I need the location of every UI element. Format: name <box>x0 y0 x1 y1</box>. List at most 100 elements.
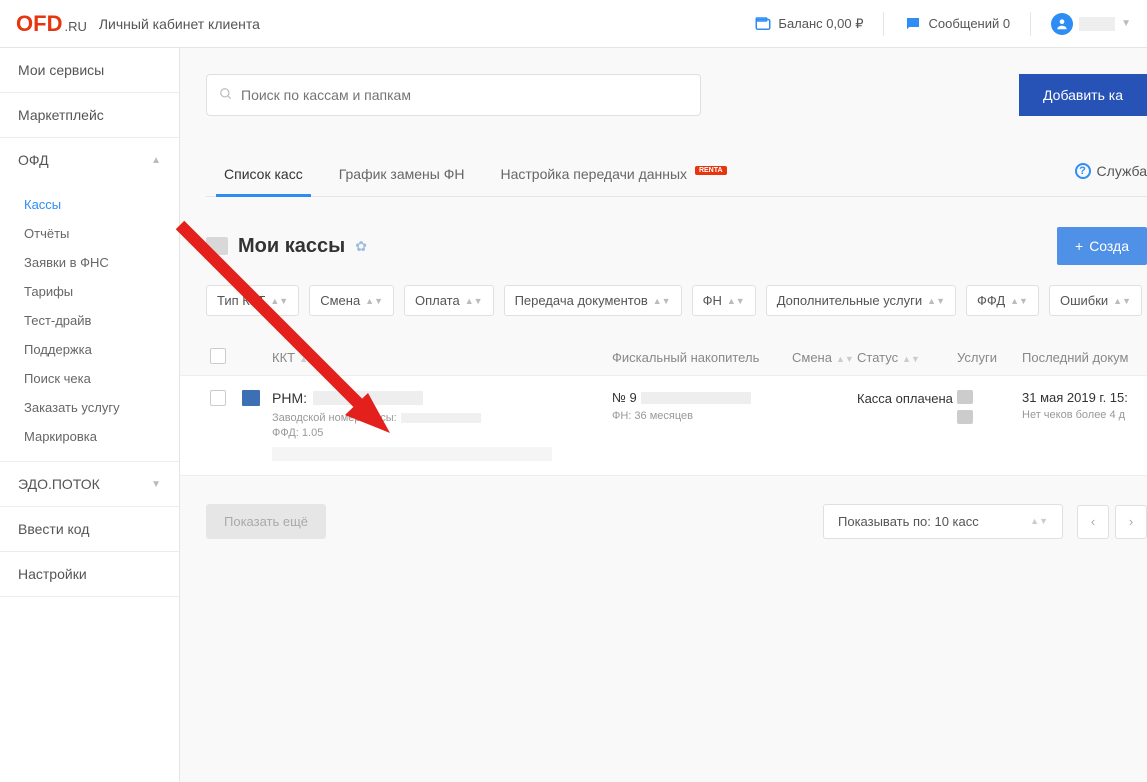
wallet-icon <box>754 15 772 33</box>
perpage-select[interactable]: Показывать по: 10 касс ▲▼ <box>823 504 1063 539</box>
search-input[interactable] <box>241 87 688 103</box>
header-subtitle: Личный кабинет клиента <box>99 16 260 32</box>
filter-fn[interactable]: ФН▲▼ <box>692 285 756 316</box>
sort-icon: ▲▼ <box>653 297 671 305</box>
sidebar-group-services: Мои сервисы <box>0 48 179 93</box>
col-status[interactable]: Статус▲▼ <box>857 350 957 365</box>
folder-icon <box>206 237 228 255</box>
status-cell: Касса оплачена <box>857 390 957 408</box>
balance-text: Баланс 0,00 ₽ <box>778 16 863 32</box>
sidebar-group-ofd: ОФД ▲ Кассы Отчёты Заявки в ФНС Тарифы Т… <box>0 138 179 462</box>
col-fn: Фискальный накопитель <box>612 350 792 365</box>
sidebar-ofd-children: Кассы Отчёты Заявки в ФНС Тарифы Тест-др… <box>0 182 179 461</box>
table-row[interactable]: РНМ: Заводской номер кассы: ФФД: 1.05 № … <box>180 375 1147 476</box>
sidebar-group-edo: ЭДО.ПОТОК ▼ <box>0 462 179 507</box>
filter-row: Тип ККТ▲▼ Смена▲▼ Оплата▲▼ Передача доку… <box>206 285 1147 316</box>
redacted-value <box>641 392 751 404</box>
tabs: Список касс График замены ФН Настройка п… <box>206 156 1147 197</box>
messages-text: Сообщений 0 <box>928 16 1010 31</box>
sidebar-item-support[interactable]: Поддержка <box>0 335 179 364</box>
sort-icon: ▲▼ <box>902 356 920 363</box>
col-kkt[interactable]: ККТ▲▼ <box>272 350 612 365</box>
filter-errors[interactable]: Ошибки▲▼ <box>1049 285 1142 316</box>
sidebar-item-enter-code[interactable]: Ввести код <box>0 507 179 551</box>
avatar-placeholder <box>1079 17 1115 31</box>
sort-icon: ▲▼ <box>270 297 288 305</box>
fn-prefix: № 9 <box>612 390 637 405</box>
table-header: ККТ▲▼ Фискальный накопитель Смена▲▼ Стат… <box>206 340 1147 375</box>
chevron-down-icon: ▼ <box>151 479 161 490</box>
filter-shift[interactable]: Смена▲▼ <box>309 285 394 316</box>
select-all-checkbox[interactable] <box>210 348 226 364</box>
show-more-button[interactable]: Показать ещё <box>206 504 326 539</box>
section-title: Мои кассы <box>238 235 345 258</box>
gear-icon[interactable]: ✿ <box>355 238 367 255</box>
date-cell: 31 мая 2019 г. 15: Нет чеков более 4 д <box>1022 390 1147 421</box>
search-row: Добавить ка <box>206 74 1147 116</box>
help-icon: ? <box>1075 163 1091 179</box>
col-checkbox <box>206 348 242 367</box>
messages-link[interactable]: Сообщений 0 <box>904 15 1010 33</box>
chat-icon <box>904 15 922 33</box>
sidebar-item-find-receipt[interactable]: Поиск чека <box>0 364 179 393</box>
chevron-down-icon: ▼ <box>1121 18 1131 29</box>
logo-o: O <box>16 11 33 37</box>
sidebar-item-my-services[interactable]: Мои сервисы <box>0 48 179 92</box>
sidebar-head-ofd[interactable]: ОФД ▲ <box>0 138 179 182</box>
filter-kkt-type[interactable]: Тип ККТ▲▼ <box>206 285 299 316</box>
page-prev-button[interactable]: ‹ <box>1077 505 1109 539</box>
filter-ffd[interactable]: ФФД▲▼ <box>966 285 1039 316</box>
tab-transfer-settings[interactable]: Настройка передачи данных RENTA <box>482 156 744 196</box>
search-box[interactable] <box>206 74 701 116</box>
filter-extra[interactable]: Дополнительные услуги▲▼ <box>766 285 956 316</box>
col-last-doc: Последний докум <box>1022 350 1147 365</box>
sort-icon: ▲▼ <box>1030 518 1048 525</box>
service-icon <box>957 410 973 424</box>
balance-link[interactable]: Баланс 0,00 ₽ <box>754 15 863 33</box>
filter-docs[interactable]: Передача документов▲▼ <box>504 285 682 316</box>
fn-cell: № 9 ФН: 36 месяцев <box>612 390 792 422</box>
sort-icon: ▲▼ <box>1010 297 1028 305</box>
sort-icon: ▲▼ <box>1113 297 1131 305</box>
redacted-value <box>401 413 481 423</box>
section-title-row: Мои кассы ✿ + Созда <box>206 227 1147 265</box>
main-content: Добавить ка Список касс График замены ФН… <box>180 48 1147 782</box>
kkt-cell: РНМ: Заводской номер кассы: ФФД: 1.05 <box>272 390 612 461</box>
main-inner: Добавить ка Список касс График замены ФН… <box>180 48 1147 539</box>
account-menu[interactable]: ▼ <box>1051 13 1131 35</box>
sidebar-item-kassy[interactable]: Кассы <box>0 190 179 219</box>
redacted-value <box>313 391 423 405</box>
sidebar-item-tariffs[interactable]: Тарифы <box>0 277 179 306</box>
app-header: OFD.RU Личный кабинет клиента Баланс 0,0… <box>0 0 1147 48</box>
logo[interactable]: OFD.RU <box>16 11 87 37</box>
sort-icon: ▲▼ <box>465 297 483 305</box>
bottom-row: Показать ещё Показывать по: 10 касс ▲▼ ‹… <box>206 504 1147 539</box>
sort-icon: ▲▼ <box>727 297 745 305</box>
create-folder-button[interactable]: + Созда <box>1057 227 1147 265</box>
row-checkbox[interactable] <box>210 390 226 406</box>
sidebar-item-reports[interactable]: Отчёты <box>0 219 179 248</box>
last-doc-date: 31 мая 2019 г. 15: <box>1022 390 1147 405</box>
tab-list[interactable]: Список касс <box>206 156 321 196</box>
page-next-button[interactable]: › <box>1115 505 1147 539</box>
sidebar-item-marking[interactable]: Маркировка <box>0 422 179 451</box>
sidebar-item-order-service[interactable]: Заказать услугу <box>0 393 179 422</box>
help-link[interactable]: ? Служба <box>1075 163 1147 189</box>
sidebar-item-settings[interactable]: Настройки <box>0 552 179 596</box>
sort-icon: ▲▼ <box>927 297 945 305</box>
col-shift[interactable]: Смена▲▼ <box>792 350 857 365</box>
pager: ‹ › <box>1077 505 1147 539</box>
sidebar-item-testdrive[interactable]: Тест-драйв <box>0 306 179 335</box>
search-icon <box>219 87 233 104</box>
filter-payment[interactable]: Оплата▲▼ <box>404 285 494 316</box>
cash-register-icon <box>242 390 260 406</box>
service-icon <box>957 390 973 404</box>
chevron-up-icon: ▲ <box>151 155 161 166</box>
add-kkt-button[interactable]: Добавить ка <box>1019 74 1147 116</box>
sidebar-item-marketplace[interactable]: Маркетплейс <box>0 93 179 137</box>
sidebar-item-edo[interactable]: ЭДО.ПОТОК ▼ <box>0 462 179 506</box>
separator <box>1030 12 1031 36</box>
logo-ru: .RU <box>64 19 86 34</box>
sidebar-item-fns[interactable]: Заявки в ФНС <box>0 248 179 277</box>
tab-fn-schedule[interactable]: График замены ФН <box>321 156 483 196</box>
